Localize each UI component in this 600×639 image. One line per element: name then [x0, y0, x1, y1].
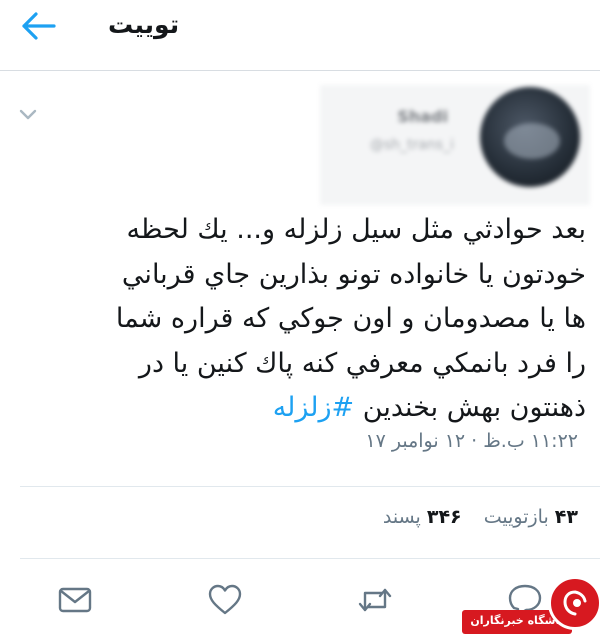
tweet-options-button[interactable] [14, 104, 42, 124]
share-dm-button[interactable] [55, 580, 95, 620]
divider [20, 486, 600, 487]
author-handle: @sh_trans_i [369, 137, 454, 153]
heart-icon [208, 584, 242, 615]
likes-count[interactable]: ۳۴۶ [427, 506, 462, 528]
tweet-body: بعد حوادثي مثل سيل زلزله و... يك لحظه خو… [18, 208, 586, 431]
watermark: باشگاه خبرنگاران [462, 570, 600, 639]
tweet-line: ذهنتون بهش بخندين #زلزله [18, 386, 586, 431]
arrow-left-icon [22, 12, 56, 40]
tweet-line: ها يا مصدومان و اون جوكي كه قراره شما [115, 303, 586, 334]
tweet-line-text: ذهنتون بهش بخندين [362, 392, 586, 423]
back-button[interactable] [14, 6, 60, 46]
tweet-line: بعد حوادثي مثل سيل زلزله و... يك لحظه [126, 214, 586, 245]
retweet-icon [358, 588, 392, 612]
page-title: توییت [108, 10, 180, 39]
chevron-down-icon [19, 109, 37, 120]
top-bar: توییت [0, 0, 600, 70]
like-button[interactable] [205, 580, 245, 620]
mail-icon [58, 587, 92, 613]
hashtag-link[interactable]: #زلزله [273, 392, 355, 423]
logo-icon [563, 590, 587, 616]
tweet-line: خودتون يا خانواده تونو بذارين جاي قرباني [121, 258, 586, 290]
retweets-count[interactable]: ۴۳ [555, 506, 578, 528]
tweet-line: را فرد بانمكي معرفي كنه پاك كنين يا در [138, 347, 586, 379]
likes-label[interactable]: پسند [383, 506, 421, 528]
tweet-author[interactable]: Shadi @sh_trans_i [320, 85, 590, 205]
tweet-timestamp: ۱۱:۲۲ ب.ظ · ۱۲ نوامبر ۱۷ [365, 430, 578, 452]
avatar-highlight [504, 123, 560, 159]
header-divider [0, 70, 600, 71]
divider [20, 558, 600, 559]
tweet-stats: ۴۳ بازتوییت ۳۴۶ پسند [367, 506, 578, 528]
retweets-label[interactable]: بازتوییت [484, 506, 549, 528]
author-name: Shadi [397, 107, 448, 126]
retweet-button[interactable] [355, 580, 395, 620]
watermark-logo [548, 576, 600, 630]
